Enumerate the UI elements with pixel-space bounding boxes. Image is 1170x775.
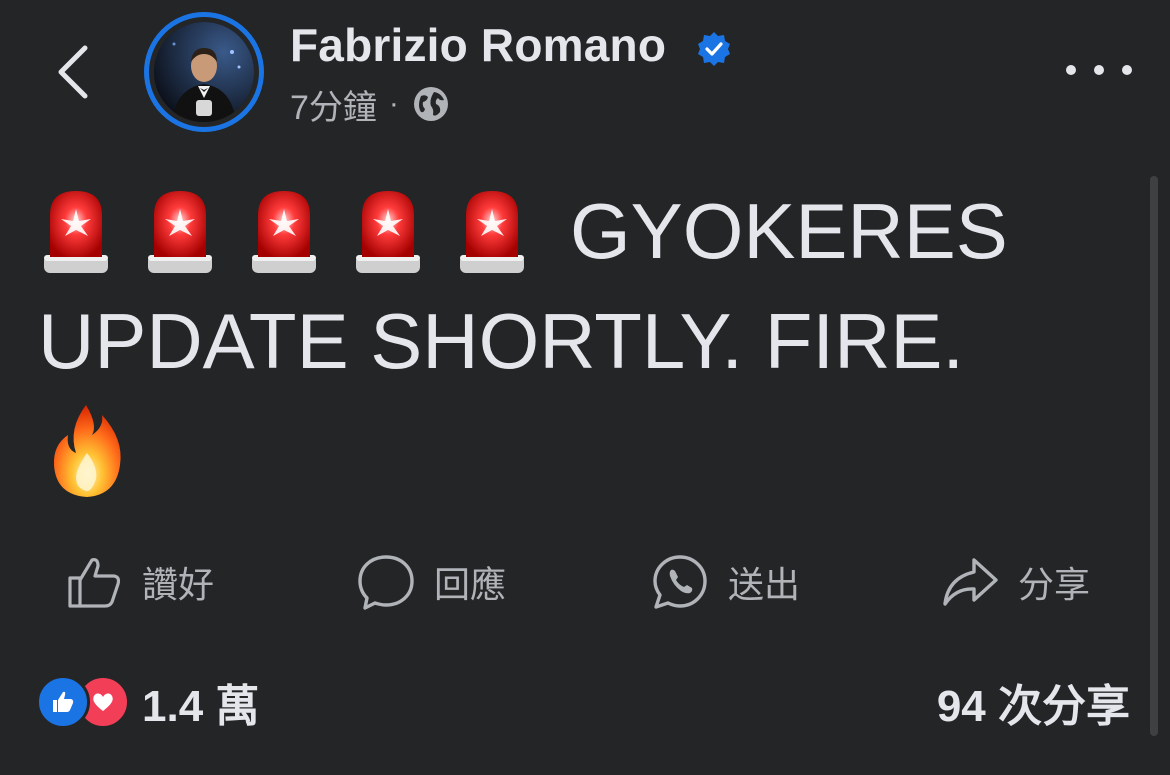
post-line-2: UPDATE SHORTLY. FIRE.	[38, 286, 1128, 396]
reaction-count: 1.4 萬	[142, 682, 260, 731]
siren-emoji	[252, 191, 316, 273]
share-label: 分享	[1018, 564, 1091, 605]
author-avatar[interactable]	[144, 12, 264, 132]
comment-label: 回應	[434, 564, 507, 605]
post-text-line-1: GYOKERES	[570, 187, 1008, 275]
post-line-1: GYOKERES	[38, 176, 1128, 286]
siren-emoji	[44, 191, 108, 273]
send-button[interactable]: 送出	[650, 550, 800, 614]
scrollbar[interactable]	[1150, 176, 1158, 736]
whatsapp-icon	[653, 555, 707, 609]
thumbs-up-icon	[68, 558, 121, 608]
like-label: 讚好	[142, 564, 215, 605]
more-options-button[interactable]	[1066, 50, 1132, 90]
share-arrow-icon	[943, 558, 998, 606]
like-button[interactable]: 讚好	[64, 550, 214, 614]
chevron-left-icon	[58, 45, 88, 99]
send-label: 送出	[728, 564, 801, 605]
author-name[interactable]: Fabrizio Romano	[290, 18, 666, 72]
post-body: GYOKERES UPDATE SHORTLY. FIRE.	[38, 176, 1128, 506]
meta-separator: ·	[388, 87, 399, 120]
globe-icon[interactable]	[411, 84, 451, 124]
comment-button[interactable]: 回應	[356, 550, 506, 614]
post-text-line-2: UPDATE SHORTLY. FIRE.	[38, 297, 965, 385]
timestamp[interactable]: 7分鐘	[290, 80, 377, 129]
more-horizontal-icon	[1066, 65, 1076, 75]
share-button[interactable]: 分享	[940, 550, 1090, 614]
post-screen: Fabrizio Romano 7分鐘 · GYOKERES UPDATE SH…	[0, 0, 1170, 775]
siren-emoji	[460, 191, 524, 273]
post-line-3	[38, 396, 1128, 506]
share-count[interactable]: 94 次分享	[937, 670, 1130, 734]
action-bar: 讚好 回應 送出 分享	[0, 540, 1170, 624]
comment-icon	[358, 555, 414, 610]
like-reaction-icon	[36, 675, 90, 729]
avatar	[154, 22, 254, 122]
siren-emoji	[148, 191, 212, 273]
fire-emoji	[53, 405, 121, 497]
verified-badge-icon	[698, 32, 730, 66]
back-button[interactable]	[48, 40, 98, 104]
reactions-summary[interactable]: 1.4 萬	[36, 670, 259, 734]
post-meta: 7分鐘 ·	[290, 80, 451, 129]
siren-emoji	[356, 191, 420, 273]
